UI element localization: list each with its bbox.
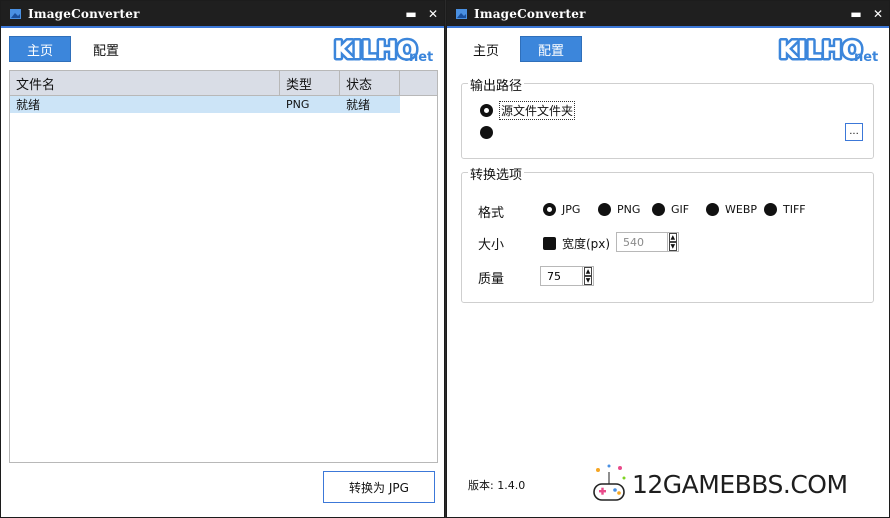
width-stepper-arrows[interactable]: ▲ ▼ <box>666 233 678 251</box>
radio-format-gif[interactable]: GIF <box>652 203 689 216</box>
radio-checked-icon <box>543 203 556 216</box>
format-label: 格式 <box>478 206 505 221</box>
format-jpg-label: JPG <box>562 203 581 216</box>
minimize-button[interactable]: ▬ <box>845 7 867 21</box>
close-button[interactable]: ✕ <box>867 7 889 21</box>
quality-stepper-arrows[interactable]: ▲ ▼ <box>582 267 593 285</box>
config-window: ImageConverter ▬ ✕ 主页 配置 KILHO KILHO .ne… <box>446 0 890 518</box>
format-png-label: PNG <box>617 203 641 216</box>
browse-button[interactable]: ... <box>845 123 863 141</box>
size-label: 大小 <box>478 238 505 253</box>
radio-source-folder-label: 源文件文件夹 <box>499 101 576 120</box>
radio-format-webp[interactable]: WEBP <box>706 203 757 216</box>
tab-config[interactable]: 配置 <box>520 36 582 62</box>
radio-unchecked-icon <box>480 126 493 139</box>
watermark-text: 12GAMEBBS.COM <box>632 469 848 499</box>
gamepad-icon <box>593 464 626 501</box>
nav-bar: 主页 配置 KILHO KILHO .net <box>447 28 889 70</box>
close-button[interactable]: ✕ <box>422 7 444 21</box>
tab-home[interactable]: 主页 <box>455 36 517 62</box>
output-path-group: 输出路径 源文件文件夹 ... <box>461 75 874 159</box>
version-text: 版本: 1.4.0 <box>468 479 526 492</box>
radio-unchecked-icon <box>764 203 777 216</box>
titlebar[interactable]: ImageConverter ▬ ✕ <box>1 1 444 28</box>
titlebar[interactable]: ImageConverter ▬ ✕ <box>447 1 889 28</box>
width-input[interactable] <box>617 233 667 251</box>
app-icon <box>456 9 467 19</box>
format-tiff-label: TIFF <box>783 203 806 216</box>
kilho-logo[interactable]: KILHO KILHO .net <box>777 34 881 64</box>
cell-name: 就绪 <box>16 98 41 112</box>
radio-custom-folder[interactable] <box>480 126 499 139</box>
file-list[interactable]: 文件名 类型 状态 就绪 PNG 就绪 <box>9 70 438 463</box>
radio-unchecked-icon <box>598 203 611 216</box>
stepper-down-icon[interactable]: ▼ <box>668 242 677 251</box>
svg-text:.net: .net <box>849 50 878 64</box>
width-checkbox-label: 宽度(px) <box>562 237 611 251</box>
radio-format-jpg[interactable]: JPG <box>543 203 580 216</box>
quality-stepper[interactable]: ▲ ▼ <box>540 266 594 286</box>
width-checkbox[interactable]: 宽度(px) <box>543 235 610 252</box>
minimize-button[interactable]: ▬ <box>400 7 422 21</box>
radio-unchecked-icon <box>652 203 665 216</box>
format-gif-label: GIF <box>671 203 690 216</box>
stepper-down-icon[interactable]: ▼ <box>584 276 592 285</box>
checkbox-icon <box>543 237 556 250</box>
tab-home[interactable]: 主页 <box>9 36 71 62</box>
svg-text:.net: .net <box>404 50 433 64</box>
radio-unchecked-icon <box>706 203 719 216</box>
quality-input[interactable] <box>541 267 583 285</box>
format-webp-label: WEBP <box>725 203 758 216</box>
convert-options-group: 转换选项 格式 JPG PNG GIF WEBP TIFF 大小 宽度(px) <box>461 164 874 303</box>
kilho-logo[interactable]: KILHO KILHO .net <box>332 34 436 64</box>
radio-format-tiff[interactable]: TIFF <box>764 203 806 216</box>
watermark: 12GAMEBBS.COM <box>590 462 848 506</box>
column-header-status[interactable]: 状态 <box>340 71 400 95</box>
window-title: ImageConverter <box>28 6 140 21</box>
cell-type: PNG <box>286 98 310 111</box>
cell-status: 就绪 <box>346 98 371 112</box>
width-stepper[interactable]: ▲ ▼ <box>616 232 679 252</box>
quality-label: 质量 <box>478 272 505 287</box>
column-header-name[interactable]: 文件名 <box>10 71 280 95</box>
window-title: ImageConverter <box>474 6 586 21</box>
convert-button[interactable]: 转换为 JPG <box>323 471 435 503</box>
table-row[interactable]: 就绪 PNG 就绪 <box>10 96 400 113</box>
radio-format-png[interactable]: PNG <box>598 203 640 216</box>
convert-options-legend: 转换选项 <box>468 164 525 183</box>
column-header-type[interactable]: 类型 <box>280 71 340 95</box>
stepper-up-icon[interactable]: ▲ <box>584 267 592 276</box>
stepper-up-icon[interactable]: ▲ <box>668 233 677 242</box>
app-icon <box>10 9 21 19</box>
output-path-legend: 输出路径 <box>468 75 525 94</box>
main-window: ImageConverter ▬ ✕ 主页 配置 KILHO KILHO .ne… <box>0 0 445 518</box>
list-header: 文件名 类型 状态 <box>10 71 437 96</box>
radio-source-folder[interactable]: 源文件文件夹 <box>480 101 576 120</box>
radio-checked-icon <box>480 104 493 117</box>
tab-config[interactable]: 配置 <box>75 36 137 62</box>
nav-bar: 主页 配置 KILHO KILHO .net <box>1 28 444 70</box>
